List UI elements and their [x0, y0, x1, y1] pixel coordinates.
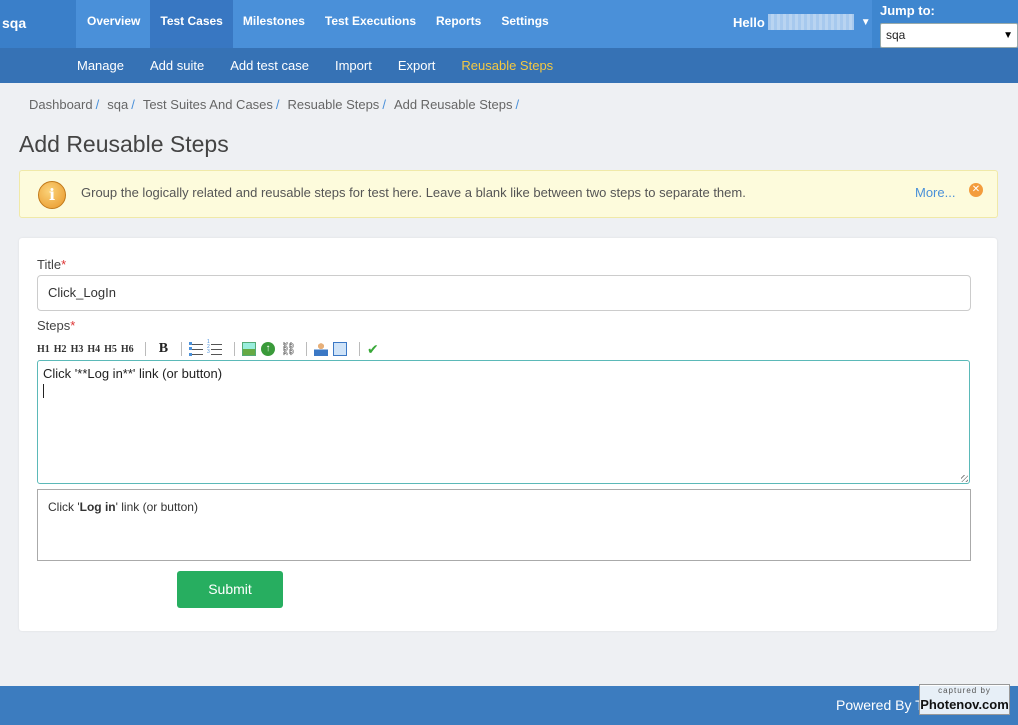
close-icon[interactable]: ✕ [969, 183, 983, 197]
preview-bold: Log in [79, 500, 116, 514]
steps-label: Steps* [37, 318, 75, 333]
nav-milestones[interactable]: Milestones [233, 0, 315, 48]
watermark-brand: Photenov.com [920, 697, 1009, 712]
info-more-link[interactable]: More... [915, 185, 955, 200]
info-banner: i Group the logically related and reusab… [19, 170, 998, 218]
h5-button[interactable]: H5 [104, 344, 117, 355]
nav-overview[interactable]: Overview [77, 0, 150, 48]
toolbar-divider [181, 342, 183, 356]
resize-handle-icon[interactable] [961, 475, 968, 482]
toolbar-divider [144, 342, 146, 356]
preview-suffix: ' link (or button) [115, 500, 198, 514]
redacted-username [767, 14, 854, 30]
user-menu[interactable]: Hello ▼ [733, 14, 871, 30]
select-arrow-icon: ▼ [1003, 30, 1013, 41]
h6-button[interactable]: H6 [121, 344, 134, 355]
title-label-text: Title [37, 257, 62, 272]
insert-steps-icon[interactable] [333, 342, 348, 356]
breadcrumb-test-suites[interactable]: Test Suites And Cases [143, 97, 273, 112]
steps-textarea-content: Click '**Log in**' link (or button) [43, 366, 223, 381]
main-nav: Overview Test Cases Milestones Test Exec… [77, 0, 559, 48]
breadcrumb-dashboard[interactable]: Dashboard [29, 97, 93, 112]
info-icon: i [38, 181, 66, 209]
powered-by-text: Powered By T [836, 697, 924, 713]
link-icon[interactable]: ⛓ [280, 342, 297, 356]
sub-navbar: Manage Add suite Add test case Import Ex… [0, 48, 1018, 83]
steps-label-text: Steps [37, 318, 71, 333]
jump-to: Jump to: sqa ▼ [872, 0, 1018, 48]
jump-to-value: sqa [886, 28, 906, 42]
toolbar-divider [306, 342, 308, 356]
required-mark: * [61, 257, 67, 272]
jump-to-label: Jump to: [880, 3, 935, 18]
jump-to-select[interactable]: sqa ▼ [880, 23, 1018, 48]
breadcrumb-separator: / [131, 97, 135, 112]
footer: Powered By T [0, 686, 1018, 725]
breadcrumb-separator: / [275, 97, 280, 112]
title-label: Title* [37, 257, 66, 272]
bullet-list-icon[interactable] [189, 342, 204, 356]
subnav-reusable-steps[interactable]: Reusable Steps [448, 48, 566, 83]
required-mark: * [70, 318, 76, 333]
breadcrumb-separator: / [95, 97, 100, 112]
h1-button[interactable]: H1 [37, 344, 50, 355]
hello-label: Hello [733, 14, 765, 30]
sub-nav: Manage Add suite Add test case Import Ex… [64, 48, 566, 83]
numbered-list-icon[interactable] [207, 340, 223, 356]
brand-logo[interactable]: sqa [0, 0, 76, 48]
nav-reports[interactable]: Reports [426, 0, 491, 48]
breadcrumb-project[interactable]: sqa [107, 97, 128, 112]
reusable-steps-form: Title* Click_LogIn Steps* H1 H2 H3 H4 H5… [19, 238, 997, 631]
steps-preview: Click 'Log in' link (or button) [37, 489, 971, 561]
h2-button[interactable]: H2 [54, 344, 67, 355]
watermark-caption: captured by [938, 686, 991, 695]
top-navbar: sqa Overview Test Cases Milestones Test … [0, 0, 1018, 48]
subnav-add-suite[interactable]: Add suite [137, 48, 217, 83]
steps-textarea[interactable]: Click '**Log in**' link (or button) [37, 360, 970, 484]
page-title: Add Reusable Steps [19, 131, 229, 157]
check-icon[interactable]: ✔ [367, 342, 381, 356]
preview-prefix: Click ' [48, 500, 80, 514]
nav-test-executions[interactable]: Test Executions [315, 0, 426, 48]
insert-user-icon[interactable] [314, 342, 329, 356]
submit-button[interactable]: Submit [177, 571, 283, 608]
h3-button[interactable]: H3 [71, 344, 84, 355]
editor-toolbar: H1 H2 H3 H4 H5 H6 B ↑ ⛓ ✔ [37, 340, 386, 357]
subnav-add-test-case[interactable]: Add test case [217, 48, 322, 83]
caret-down-icon[interactable]: ▼ [861, 17, 871, 28]
breadcrumb-separator: / [515, 97, 520, 112]
text-cursor [43, 384, 44, 398]
toolbar-divider [234, 342, 236, 356]
bold-button[interactable]: B [159, 341, 168, 357]
title-input[interactable]: Click_LogIn [37, 275, 971, 311]
breadcrumb-reusable-steps[interactable]: Resuable Steps [288, 97, 380, 112]
toolbar-divider [359, 342, 361, 356]
breadcrumb-separator: / [382, 97, 386, 112]
nav-settings[interactable]: Settings [491, 0, 558, 48]
breadcrumb-current: Add Reusable Steps [393, 97, 513, 112]
nav-test-cases[interactable]: Test Cases [150, 0, 233, 48]
info-text: Group the logically related and reusable… [81, 185, 746, 200]
image-icon[interactable] [242, 342, 257, 356]
upload-icon[interactable]: ↑ [261, 342, 276, 356]
subnav-import[interactable]: Import [322, 48, 385, 83]
breadcrumb: Dashboard / sqa / Test Suites And Cases / R… [29, 97, 527, 112]
subnav-export[interactable]: Export [385, 48, 449, 83]
screenshot-watermark: captured by Photenov.com [919, 684, 1010, 715]
h4-button[interactable]: H4 [87, 344, 100, 355]
subnav-manage[interactable]: Manage [64, 48, 137, 83]
